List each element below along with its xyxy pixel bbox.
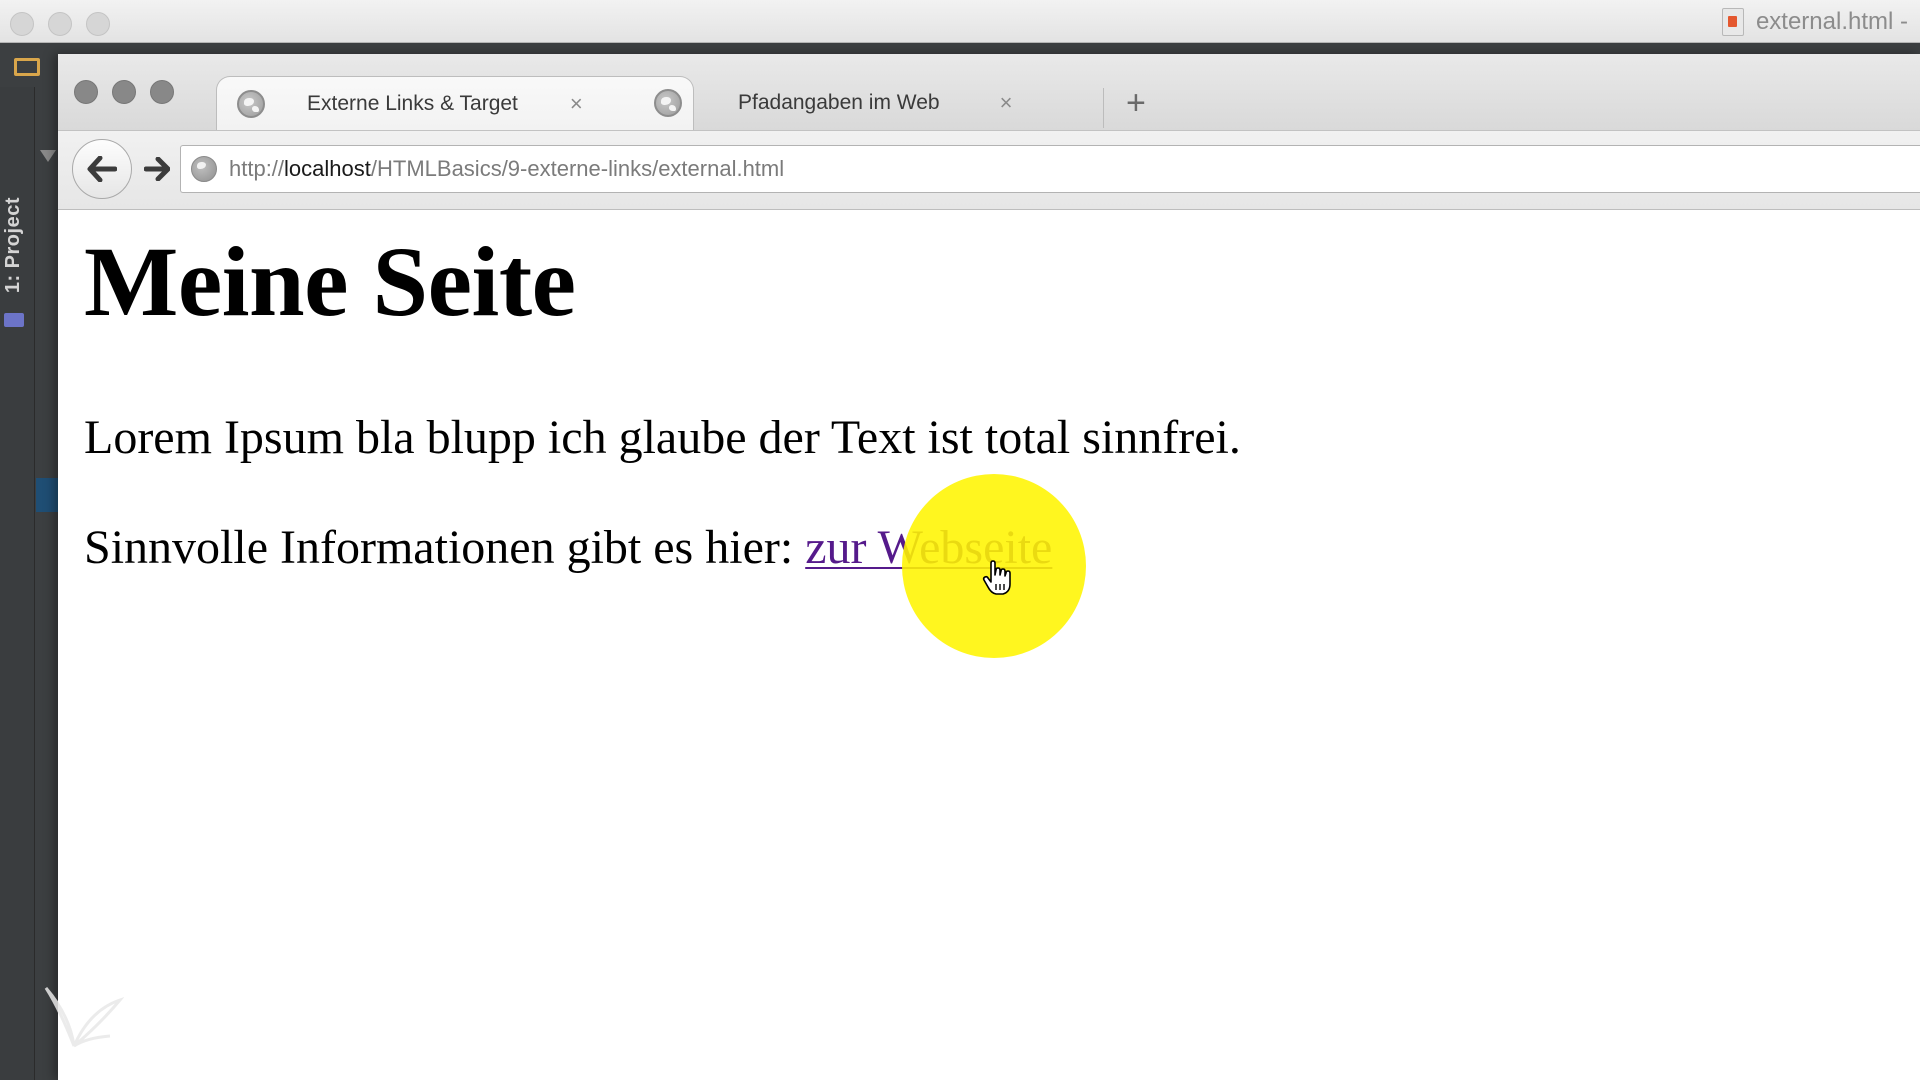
url-path: /HTMLBasics/9-externe-links/external.htm… (370, 156, 785, 181)
watermark-logo-icon (44, 987, 124, 1048)
back-button[interactable] (72, 139, 132, 199)
arrow-left-icon (87, 156, 117, 182)
html-file-icon (1721, 8, 1744, 36)
new-tab-button[interactable]: + (1126, 86, 1146, 120)
project-panel-tab[interactable]: 1: Project (2, 197, 25, 293)
browser-minimize-button[interactable] (112, 80, 136, 104)
ide-selection-marker (36, 478, 58, 512)
info-text: Sinnvolle Informationen gibt es hier: (84, 520, 806, 574)
url-bar[interactable]: http://localhost/HTMLBasics/9-externe-li… (180, 145, 1920, 193)
website-link[interactable]: zur Webseite (805, 521, 1052, 574)
tab-bar: Externe Links & Target × Pfadangaben im … (58, 54, 1920, 131)
url-scheme: http:// (229, 156, 285, 181)
ide-window-title: external.html - (1721, 8, 1908, 36)
tab-pfadangaben[interactable]: Pfadangaben im Web × (650, 76, 1090, 130)
browser-zoom-button[interactable] (150, 80, 174, 104)
globe-icon (237, 89, 265, 118)
page-content: Meine Seite Lorem Ipsum bla blupp ich gl… (84, 224, 1884, 576)
tab-externe-links[interactable]: Externe Links & Target × (216, 76, 694, 130)
tab-close-icon[interactable]: × (1000, 92, 1013, 114)
browser-window: Externe Links & Target × Pfadangaben im … (58, 54, 1920, 1080)
globe-icon (654, 89, 682, 117)
forward-button[interactable] (138, 149, 176, 189)
navigation-bar: http://localhost/HTMLBasics/9-externe-li… (58, 131, 1920, 210)
ide-window-title-text: external.html - (1755, 8, 1908, 35)
arrow-right-icon (144, 157, 170, 181)
page-title: Meine Seite (84, 226, 576, 337)
tab-title: Pfadangaben im Web (738, 91, 940, 114)
ide-zoom-button[interactable] (86, 12, 110, 36)
ide-close-button[interactable] (10, 12, 34, 36)
tree-expand-icon[interactable] (40, 150, 56, 162)
ide-sidebar: 1: Project (0, 87, 35, 1080)
structure-icon[interactable] (4, 313, 24, 327)
browser-close-button[interactable] (74, 80, 98, 104)
url-text[interactable]: http://localhost/HTMLBasics/9-externe-li… (229, 156, 784, 182)
tab-title: Externe Links & Target (307, 91, 518, 115)
tab-close-icon[interactable]: × (570, 92, 583, 115)
ide-minimize-button[interactable] (48, 12, 72, 36)
folder-icon[interactable] (14, 58, 40, 76)
lorem-paragraph: Lorem Ipsum bla blupp ich glaube der Tex… (84, 411, 1241, 464)
info-paragraph: Sinnvolle Informationen gibt es hier: zu… (84, 519, 1884, 577)
tab-separator (1103, 88, 1104, 128)
globe-icon (191, 156, 217, 182)
url-host: localhost (284, 156, 371, 181)
ide-title-bar: external.html - (0, 0, 1920, 43)
